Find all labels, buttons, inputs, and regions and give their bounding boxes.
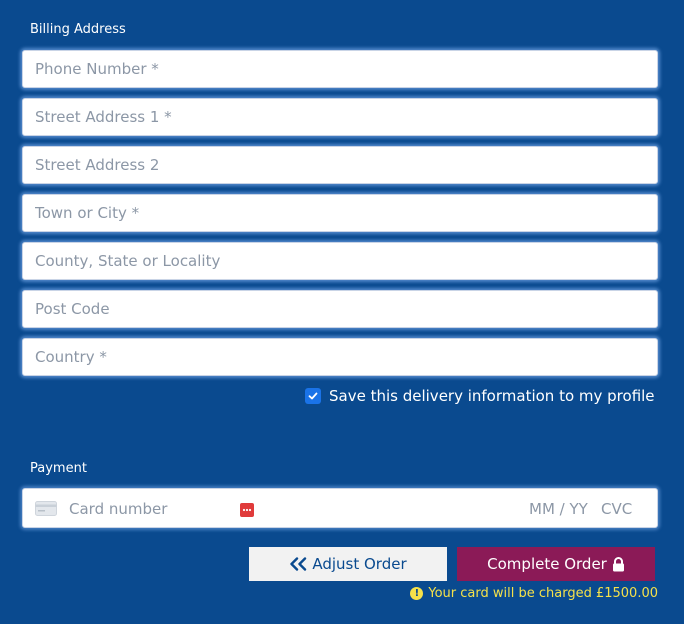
adjust-order-label: Adjust Order [312, 555, 407, 573]
town-city-input[interactable] [23, 195, 657, 231]
street-address-1-field[interactable] [22, 98, 658, 136]
double-chevron-left-icon [290, 557, 307, 571]
street-address-2-input[interactable] [23, 147, 657, 183]
complete-order-label: Complete Order [487, 555, 607, 573]
street-address-1-input[interactable] [23, 99, 657, 135]
lock-icon [612, 556, 624, 571]
country-field[interactable] [22, 338, 658, 376]
phone-number-field[interactable] [22, 50, 658, 88]
county-state-input[interactable] [23, 243, 657, 279]
street-address-2-field[interactable] [22, 146, 658, 184]
card-expiry-input[interactable] [527, 489, 597, 529]
card-element[interactable] [22, 488, 658, 529]
card-error-icon [240, 502, 254, 521]
county-state-field[interactable] [22, 242, 658, 280]
complete-order-button[interactable]: Complete Order [457, 547, 655, 581]
generic-card-icon [35, 501, 57, 520]
card-cvc-input[interactable] [599, 489, 653, 529]
post-code-input[interactable] [23, 291, 657, 327]
save-profile-option[interactable]: Save this delivery information to my pro… [305, 387, 655, 405]
town-city-field[interactable] [22, 194, 658, 232]
country-input[interactable] [23, 339, 657, 375]
card-number-input[interactable] [67, 489, 231, 529]
phone-number-input[interactable] [23, 51, 657, 87]
save-profile-label: Save this delivery information to my pro… [329, 387, 655, 405]
post-code-field[interactable] [22, 290, 658, 328]
charge-notice-text: Your card will be charged £1500.00 [428, 586, 658, 601]
adjust-order-button[interactable]: Adjust Order [249, 547, 447, 581]
payment-heading: Payment [30, 461, 87, 476]
charge-notice: ! Your card will be charged £1500.00 [410, 586, 658, 601]
save-profile-checkbox[interactable] [305, 388, 321, 404]
checkmark-icon [308, 392, 318, 400]
exclamation-circle-icon: ! [410, 587, 424, 600]
billing-address-heading: Billing Address [30, 22, 126, 37]
